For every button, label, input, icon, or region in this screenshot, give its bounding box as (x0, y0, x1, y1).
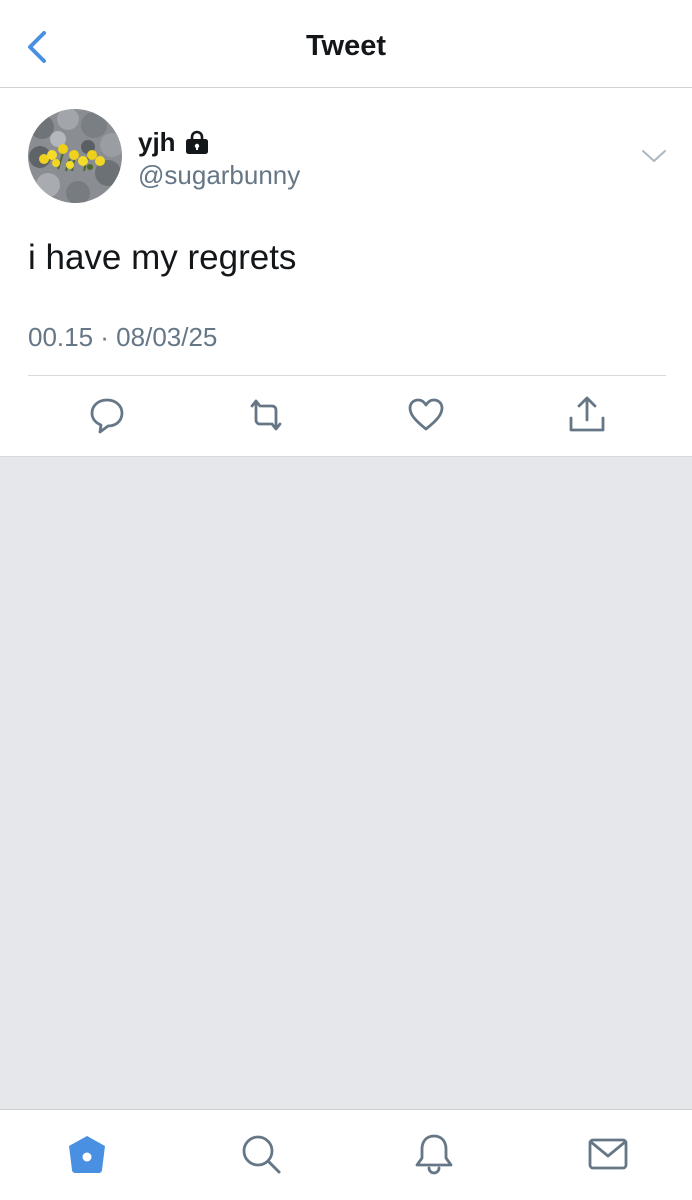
reply-icon (90, 398, 124, 434)
avatar[interactable] (28, 109, 122, 203)
tab-home[interactable] (65, 1132, 109, 1176)
divider (28, 375, 666, 376)
retweet-button[interactable] (246, 394, 286, 436)
username-handle[interactable]: @sugarbunny (138, 160, 300, 191)
tab-messages[interactable] (586, 1132, 630, 1176)
share-icon (569, 396, 605, 432)
tab-notifications[interactable] (412, 1132, 456, 1176)
author-name-row[interactable]: yjh (138, 126, 210, 158)
top-nav-bar: Tweet (0, 0, 692, 88)
tab-search[interactable] (239, 1132, 283, 1176)
chevron-down-icon[interactable] (640, 146, 668, 166)
like-icon (408, 398, 444, 431)
display-name: yjh (138, 126, 176, 157)
search-icon (242, 1135, 281, 1174)
like-button[interactable] (406, 394, 446, 436)
share-button[interactable] (567, 394, 607, 436)
lock-icon (185, 130, 208, 154)
home-icon (69, 1136, 105, 1173)
tweet-timestamp: 00.15 · 08/03/25 (28, 322, 218, 352)
page-title: Tweet (305, 30, 387, 62)
reply-button[interactable] (87, 394, 127, 436)
messages-icon (588, 1138, 628, 1170)
retweet-icon (250, 399, 282, 431)
bottom-tab-bar (0, 1109, 692, 1200)
tweet-detail: yjh @sugarbunny i have my regrets 00.15 … (0, 88, 692, 457)
notifications-icon (415, 1134, 453, 1175)
replies-area (0, 457, 692, 1109)
tweet-text: i have my regrets (28, 238, 297, 277)
